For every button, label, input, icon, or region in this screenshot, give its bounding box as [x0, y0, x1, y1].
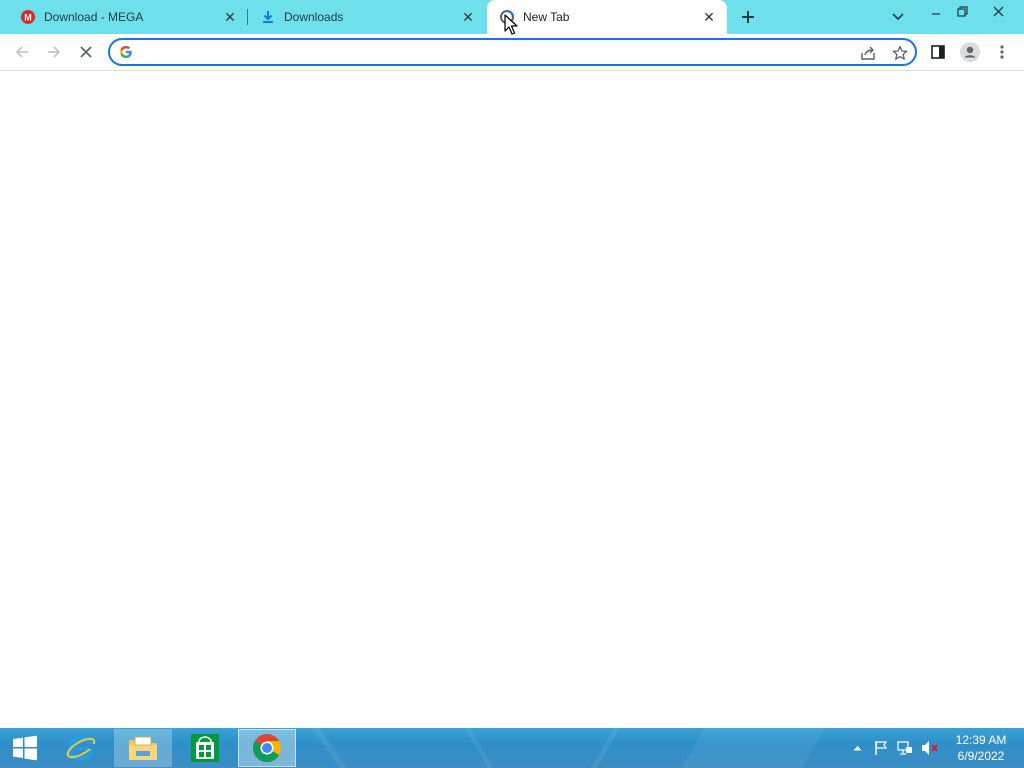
- clock-time: 12:39 AM: [955, 733, 1007, 747]
- taskbar: 12:39 AM 6/9/2022: [0, 728, 1024, 768]
- taskbar-store[interactable]: [176, 729, 234, 767]
- taskbar-ie[interactable]: [52, 729, 110, 767]
- arrow-right-icon: [48, 46, 61, 58]
- arrow-left-icon: [15, 46, 28, 58]
- clock-date: 6/9/2022: [957, 749, 1005, 763]
- taskbar-chrome[interactable]: [238, 729, 296, 767]
- network-button[interactable]: [894, 728, 916, 768]
- volume-button[interactable]: [918, 728, 942, 768]
- avatar-icon: [960, 42, 980, 62]
- close-tab-icon[interactable]: ✕: [701, 9, 717, 25]
- windows-logo-icon: [13, 735, 37, 761]
- tab-mega[interactable]: M Download - MEGA ✕: [0, 0, 248, 34]
- menu-button[interactable]: [988, 38, 1016, 66]
- close-tab-icon[interactable]: ✕: [222, 9, 238, 25]
- start-button[interactable]: [0, 728, 50, 768]
- stop-icon: [80, 46, 92, 58]
- omnibox[interactable]: [108, 38, 917, 66]
- tab-title: Downloads: [284, 10, 344, 24]
- show-hidden-icons-button[interactable]: [848, 728, 866, 768]
- volume-muted-icon: [922, 741, 938, 755]
- mouse-cursor-icon: [504, 14, 518, 35]
- network-icon: [897, 741, 912, 755]
- side-panel-button[interactable]: [924, 38, 952, 66]
- folder-icon: [129, 736, 157, 760]
- new-tab-button[interactable]: [736, 5, 760, 29]
- action-center-button[interactable]: [870, 728, 892, 768]
- chrome-icon: [253, 734, 281, 762]
- back-button[interactable]: [8, 38, 36, 66]
- close-tab-icon[interactable]: ✕: [460, 9, 476, 25]
- tab-new-tab[interactable]: New Tab ✕: [487, 0, 727, 34]
- download-icon: [260, 9, 276, 25]
- close-window-button[interactable]: [976, 0, 1020, 22]
- svg-text:M: M: [24, 13, 32, 23]
- google-g-icon: [119, 45, 133, 59]
- profile-button[interactable]: [956, 38, 984, 66]
- taskbar-clock[interactable]: 12:39 AM 6/9/2022: [946, 732, 1016, 764]
- flag-icon: [875, 741, 888, 755]
- browser-toolbar: [0, 34, 1024, 71]
- page-content: [0, 71, 1024, 728]
- forward-button[interactable]: [40, 38, 68, 66]
- bookmark-star-icon[interactable]: [890, 43, 910, 63]
- share-icon[interactable]: [858, 43, 878, 63]
- ie-icon: [66, 735, 96, 761]
- stop-loading-button[interactable]: [72, 38, 100, 66]
- chevron-up-icon: [853, 746, 861, 751]
- side-panel-icon: [931, 45, 945, 59]
- mega-icon: M: [20, 9, 36, 25]
- omnibox-input[interactable]: [140, 43, 840, 61]
- restore-button[interactable]: [950, 0, 974, 22]
- tab-search-button[interactable]: [888, 7, 908, 27]
- taskbar-file-explorer[interactable]: [114, 729, 172, 767]
- minimize-button[interactable]: [924, 0, 948, 22]
- tab-downloads[interactable]: Downloads ✕: [248, 0, 486, 34]
- kebab-menu-icon: [1000, 45, 1004, 59]
- tab-title: New Tab: [523, 10, 570, 24]
- tab-title: Download - MEGA: [44, 10, 144, 24]
- store-icon: [191, 734, 219, 762]
